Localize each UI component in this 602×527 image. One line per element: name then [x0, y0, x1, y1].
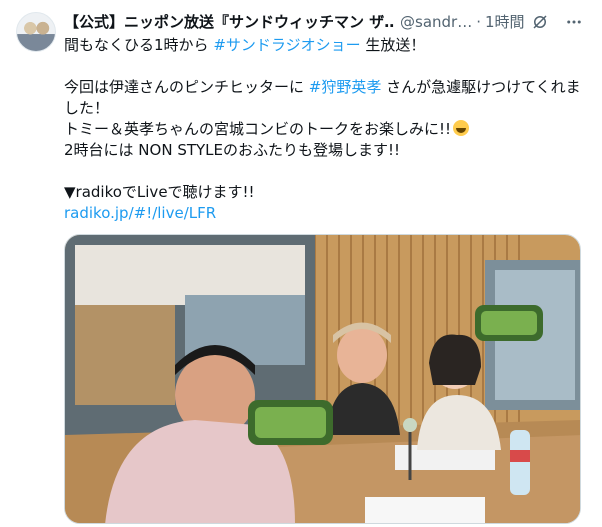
separator: ·: [476, 13, 481, 31]
text-line: 2時台には NON STYLEのおふたりも登場します!!: [64, 141, 401, 159]
text-segment: 今回は伊達さんのピンチヒッターに: [64, 78, 309, 96]
text-line: トミー＆英孝ちゃんの宮城コンビのトークをお楽しみに!!: [64, 119, 590, 140]
timestamp[interactable]: 1時間: [485, 12, 525, 32]
text-segment: 生放送！: [360, 36, 426, 54]
tweet-text: 間もなくひる1時から #サンドラジオショー 生放送！ 今回は伊達さんのピンチヒッ…: [64, 35, 590, 224]
tweet-photo[interactable]: [64, 234, 581, 524]
studio-photo: [65, 235, 580, 523]
text-line: 間もなくひる1時から #サンドラジオショー 生放送！: [64, 35, 590, 56]
text-line: 今回は伊達さんのピンチヒッターに #狩野英孝 さんが急遽駆けつけてくれました！: [64, 77, 590, 119]
hashtag-kano-eiko[interactable]: #狩野英孝: [309, 78, 382, 96]
text-segment: 間もなくひる1時から: [64, 36, 214, 54]
text-segment: トミー＆英孝ちゃんの宮城コンビのトークをお楽しみに!!: [64, 120, 452, 138]
tweet[interactable]: 【公式】ニッポン放送『サンドウィッチマン ザ… @sandr… · 1時間 間も…: [0, 0, 602, 527]
text-line: ▼radikoでLiveで聴けます!!: [64, 183, 255, 201]
grok-icon[interactable]: [530, 12, 550, 32]
tweet-header: 【公式】ニッポン放送『サンドウィッチマン ザ… @sandr… · 1時間: [64, 12, 590, 32]
radiko-link[interactable]: radiko.jp/#!/live/LFR: [64, 204, 216, 222]
hashtag-sandradio[interactable]: #サンドラジオショー: [213, 36, 360, 54]
user-handle[interactable]: @sandr…: [400, 12, 472, 32]
header-actions: [530, 12, 590, 32]
grinning-face-emoji: [453, 120, 470, 136]
avatar[interactable]: [16, 12, 56, 52]
more-icon[interactable]: [564, 12, 584, 32]
display-name[interactable]: 【公式】ニッポン放送『サンドウィッチマン ザ…: [64, 12, 394, 32]
